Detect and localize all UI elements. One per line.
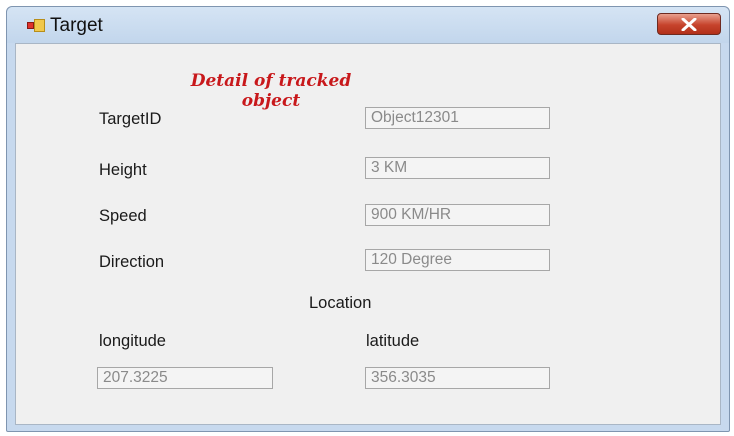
- speed-field[interactable]: [365, 204, 550, 226]
- speed-label: Speed: [99, 207, 147, 225]
- height-label: Height: [99, 161, 147, 179]
- target-id-field[interactable]: [365, 107, 550, 129]
- window-title: Target: [50, 15, 103, 36]
- form-area: Detail of tracked object TargetID Height…: [15, 43, 721, 425]
- title-bar[interactable]: Target: [7, 7, 729, 43]
- direction-field[interactable]: [365, 249, 550, 271]
- location-title: Location: [309, 294, 372, 312]
- height-field[interactable]: [365, 157, 550, 179]
- close-icon: [681, 18, 697, 31]
- form-heading: Detail of tracked object: [190, 71, 352, 111]
- latitude-field[interactable]: [365, 367, 550, 389]
- longitude-field[interactable]: [97, 367, 273, 389]
- close-button[interactable]: [657, 13, 721, 35]
- target-window: Target Detail of tracked object TargetID…: [6, 6, 730, 432]
- longitude-label: longitude: [99, 332, 166, 350]
- latitude-label: latitude: [366, 332, 420, 350]
- app-icon[interactable]: [27, 19, 45, 32]
- direction-label: Direction: [99, 253, 165, 271]
- target-id-label: TargetID: [99, 110, 162, 128]
